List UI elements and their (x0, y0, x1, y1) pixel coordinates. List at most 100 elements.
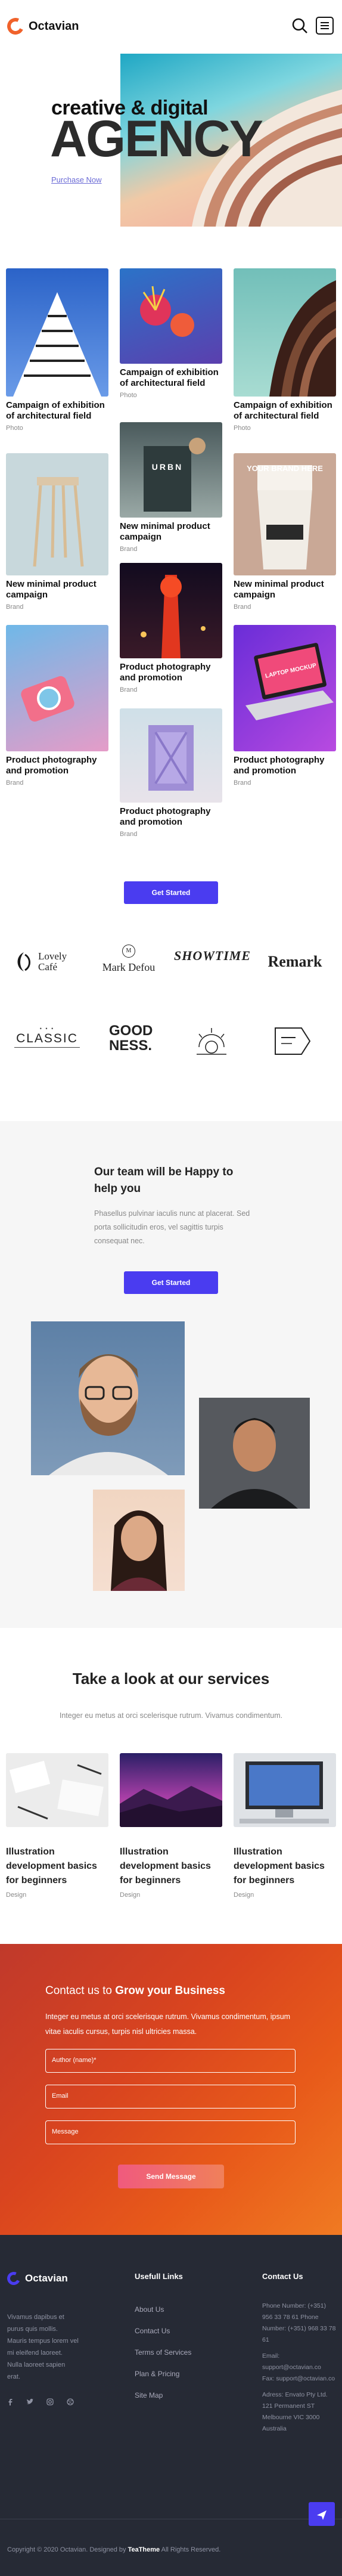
card-category: Brand (120, 546, 138, 553)
card-title: Campaign of exhibition of architectural … (6, 400, 105, 421)
card-overlay-text: YOUR BRAND HERE (247, 464, 323, 473)
card-title: Campaign of exhibition of architectural … (234, 400, 332, 421)
twitter-icon[interactable] (26, 2398, 33, 2405)
card-category: Photo (120, 392, 137, 399)
service-category: Design (120, 1891, 141, 1899)
email-input[interactable]: Email (45, 2085, 296, 2109)
brand-logo-mark-defou: M Mark Defou (95, 945, 162, 980)
portfolio-card[interactable]: Product photography and promotion Brand (120, 563, 222, 693)
scroll-to-top-button[interactable] (309, 2502, 335, 2526)
hero-title: AGENCY (50, 110, 263, 168)
card-overlay-text: URBN (152, 462, 183, 472)
card-category: Brand (120, 831, 138, 838)
team-heading: Our team will be Happy to help you (94, 1166, 234, 1195)
brand-logo-sun-emblem (191, 1023, 232, 1059)
card-title: Campaign of exhibition of architectural … (120, 367, 219, 388)
card-image (120, 563, 222, 658)
portfolio-card[interactable]: URBN New minimal product campaign Brand (120, 422, 222, 553)
service-card[interactable]: Illustration development basics for begi… (6, 1753, 108, 1899)
author-name-input[interactable]: Author (name)* (45, 2049, 296, 2073)
card-title: New minimal product campaign (6, 579, 97, 600)
service-category: Design (234, 1891, 254, 1899)
contact-section: Contact us to Grow your Business Integer… (0, 1944, 342, 2235)
team-member-photo (199, 1398, 310, 1509)
portfolio-card[interactable]: New minimal product campaign Brand (6, 453, 108, 611)
portfolio-card[interactable]: Campaign of exhibition of architectural … (6, 268, 108, 432)
card-image (6, 625, 108, 751)
footer-link-contact-us[interactable]: Contact Us (135, 2327, 191, 2335)
footer-link-about-us[interactable]: About Us (135, 2305, 191, 2314)
footer-logo[interactable]: Octavian (5, 2270, 68, 2287)
card-image: YOUR BRAND HERE (234, 453, 336, 575)
services-heading: Take a look at our services (72, 1670, 270, 1688)
service-image (234, 1753, 336, 1827)
logo-text: Octavian (29, 19, 79, 33)
portfolio-card[interactable]: Campaign of exhibition of architectural … (120, 268, 222, 399)
card-category: Photo (234, 425, 251, 432)
service-card[interactable]: Illustration development basics for begi… (234, 1753, 336, 1899)
card-category: Brand (120, 686, 138, 693)
footer-link-terms[interactable]: Terms of Services (135, 2348, 191, 2357)
brand-logo-tag (272, 1023, 313, 1059)
purchase-now-link[interactable]: Purchase Now (51, 175, 102, 184)
portfolio-card[interactable]: YOUR BRAND HERE New minimal product camp… (234, 453, 336, 611)
service-image (6, 1753, 108, 1827)
hero-section: creative & digital AGENCY Purchase Now (0, 54, 342, 227)
facebook-icon[interactable] (7, 2398, 13, 2405)
contact-heading: Contact us to Grow your Business (45, 1984, 226, 1997)
contact-text: Integer eu metus at orci scelerisque rut… (45, 2012, 291, 2036)
brand-logo-showtime: SHOWTIME (174, 948, 251, 963)
cafe-icon (17, 952, 30, 971)
message-input[interactable]: Message (45, 2120, 296, 2144)
footer-about: Vivamus dapibus et purus quis mollis. Ma… (7, 2314, 79, 2380)
card-image (120, 708, 222, 803)
card-category: Brand (234, 779, 251, 787)
card-title: Product photography and promotion (234, 755, 325, 776)
card-image (6, 453, 108, 575)
brand-logo-goodness: GOOD NESS. (109, 1023, 153, 1054)
card-image (120, 268, 222, 364)
service-image (120, 1753, 222, 1827)
portfolio-card[interactable]: Product photography and promotion Brand (6, 625, 108, 787)
card-title: New minimal product campaign (234, 579, 324, 600)
service-title: Illustration development basics for begi… (120, 1847, 211, 1885)
card-image: LAPTOP MOCKUP (234, 625, 336, 751)
portfolio-card[interactable]: LAPTOP MOCKUP Product photography and pr… (234, 625, 336, 787)
sun-emblem-icon (197, 1028, 226, 1055)
brand-logo-remark: Remark (268, 953, 322, 970)
service-title: Illustration development basics for begi… (6, 1847, 97, 1885)
get-started-button[interactable]: Get Started (124, 881, 218, 904)
team-get-started-button[interactable]: Get Started (124, 1271, 218, 1294)
social-links (7, 2398, 74, 2405)
card-title: New minimal product campaign (120, 521, 210, 542)
send-message-button[interactable]: Send Message (118, 2165, 224, 2188)
portfolio-card[interactable]: Product photography and promotion Brand (120, 708, 222, 838)
card-image (234, 268, 336, 397)
card-category: Brand (6, 779, 24, 787)
card-image: URBN (120, 422, 222, 518)
card-category: Brand (6, 603, 24, 611)
logo[interactable]: Octavian (5, 16, 79, 37)
portfolio-card[interactable]: Campaign of exhibition of architectural … (234, 268, 336, 432)
brand-logo-lovely-cafe: Lovely Café (13, 947, 85, 977)
search-icon (292, 18, 307, 33)
logo-icon (5, 2270, 23, 2287)
brand-logo-classic: • • • CLASSIC (8, 1026, 86, 1055)
card-title: Product photography and promotion (120, 806, 211, 827)
service-category: Design (6, 1891, 27, 1899)
copyright: Copyright © 2020 Octavian. Designed by T… (7, 2546, 221, 2553)
team-member-photo (31, 1321, 185, 1475)
services-text: Integer eu metus at orci scelerisque rut… (59, 1711, 283, 1720)
card-title: Product photography and promotion (120, 662, 211, 683)
dribbble-icon[interactable] (67, 2398, 74, 2405)
service-card[interactable]: Illustration development basics for begi… (120, 1753, 222, 1899)
footer-link-site-map[interactable]: Site Map (135, 2391, 191, 2399)
search-button[interactable] (291, 17, 309, 35)
card-category: Photo (6, 425, 23, 432)
card-image (6, 268, 108, 397)
footer-link-pricing[interactable]: Plan & Pricing (135, 2370, 191, 2378)
tag-badge-icon (275, 1027, 311, 1055)
instagram-icon[interactable] (46, 2398, 54, 2405)
footer-contact-details: Phone Number: (+351) 956 33 78 61 Phone … (262, 2302, 336, 2432)
menu-button[interactable] (316, 17, 334, 35)
